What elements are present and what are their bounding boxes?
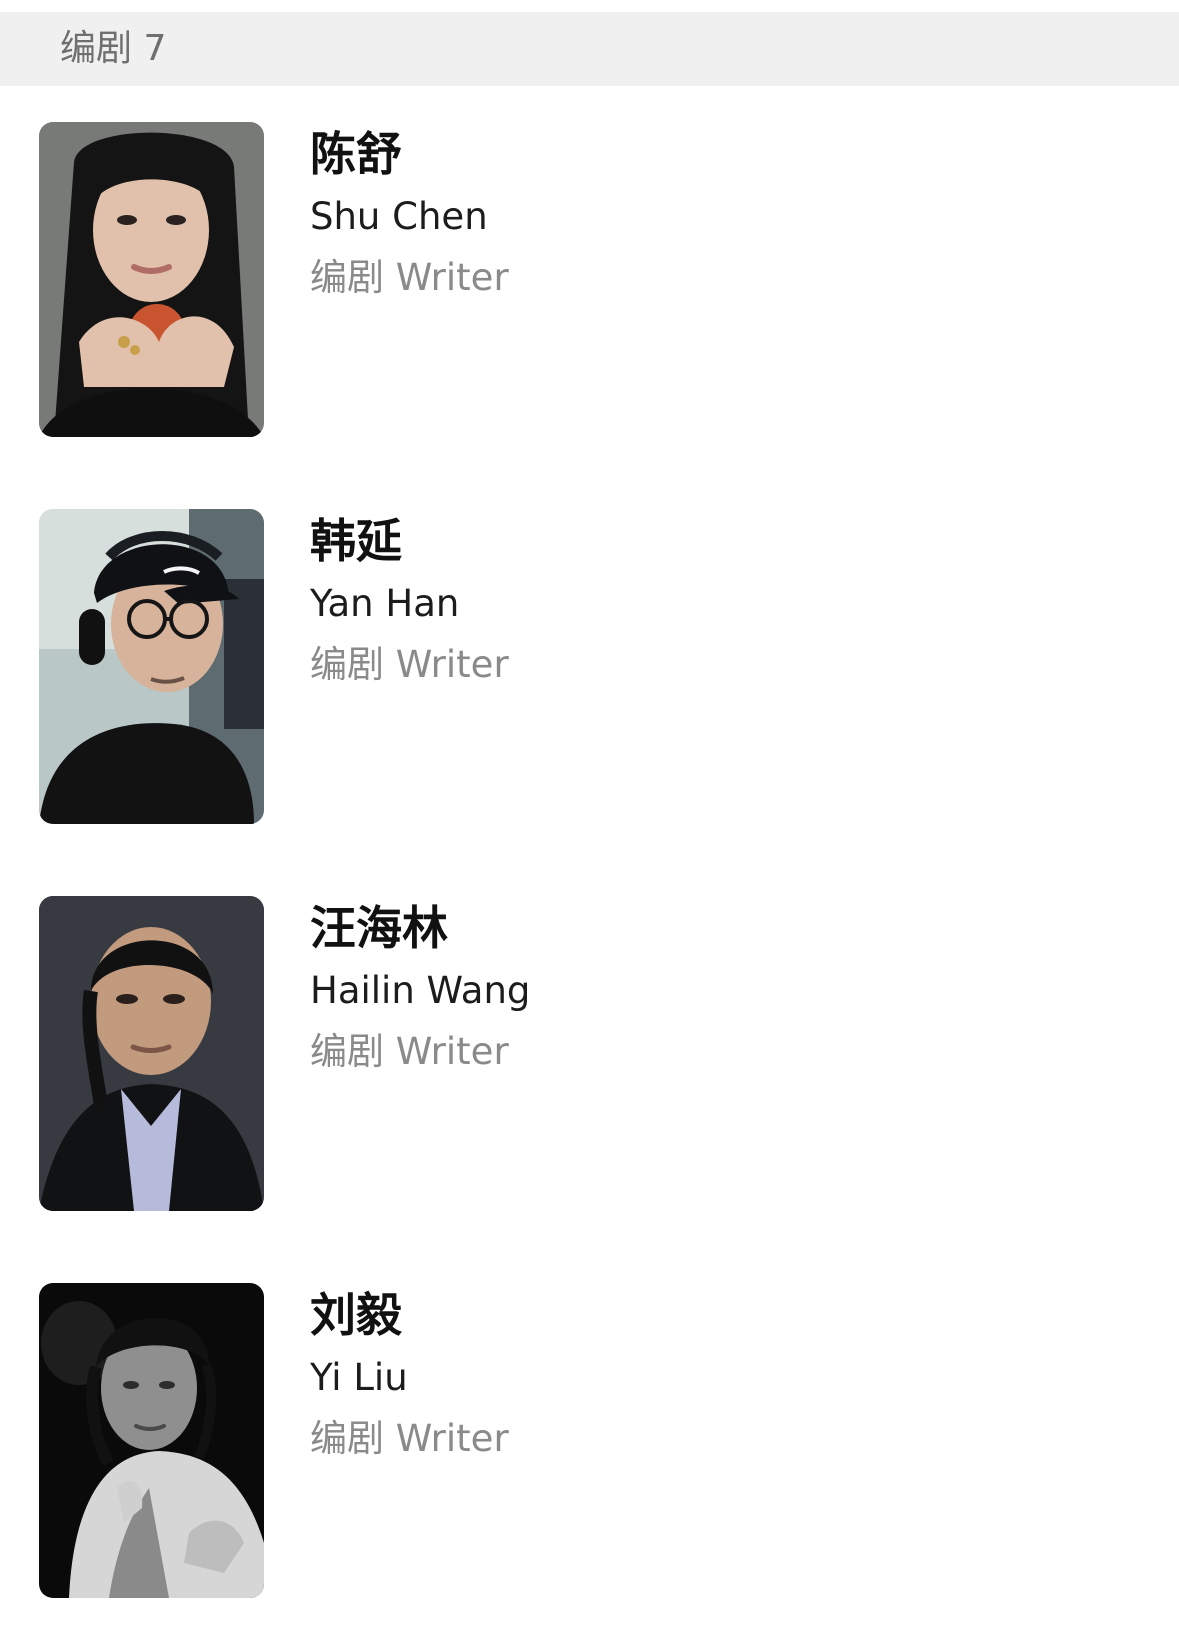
person-name-english: Yan Han	[310, 582, 460, 625]
person-row-shu-chen[interactable]: 陈舒 Shu Chen 编剧 Writer	[0, 122, 1179, 438]
person-role: 编剧 Writer	[310, 256, 509, 299]
person-photo[interactable]	[39, 896, 264, 1211]
person-row-yan-han[interactable]: 韩延 Yan Han 编剧 Writer	[0, 509, 1179, 825]
portrait-man-cap-headphones-icon	[39, 509, 264, 824]
person-photo[interactable]	[39, 1283, 264, 1598]
person-role: 编剧 Writer	[310, 1417, 509, 1460]
person-role: 编剧 Writer	[310, 643, 509, 686]
portrait-woman-long-hair-icon	[39, 122, 264, 437]
person-name-chinese: 刘毅	[310, 1288, 402, 1342]
person-name-english: Yi Liu	[310, 1356, 408, 1399]
person-role: 编剧 Writer	[310, 1030, 509, 1073]
person-photo[interactable]	[39, 509, 264, 824]
portrait-man-black-white-icon	[39, 1283, 264, 1598]
person-name-chinese: 韩延	[310, 514, 402, 568]
person-row-hailin-wang[interactable]: 汪海林 Hailin Wang 编剧 Writer	[0, 896, 1179, 1212]
person-row-yi-liu[interactable]: 刘毅 Yi Liu 编剧 Writer	[0, 1283, 1179, 1599]
section-title: 编剧 7	[60, 28, 167, 69]
person-name-english: Hailin Wang	[310, 969, 531, 1012]
person-name-english: Shu Chen	[310, 195, 488, 238]
person-name-chinese: 汪海林	[310, 901, 448, 955]
person-name-chinese: 陈舒	[310, 127, 402, 181]
person-photo[interactable]	[39, 122, 264, 437]
section-header: 编剧 7	[0, 12, 1179, 86]
portrait-man-suit-icon	[39, 896, 264, 1211]
